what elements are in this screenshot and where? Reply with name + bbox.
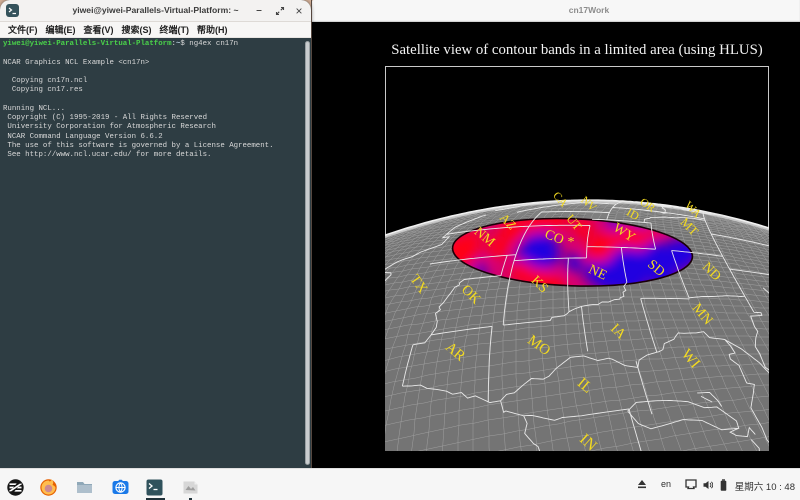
svg-text:Satellite view of contour band: Satellite view of contour bands in a lim… xyxy=(391,42,763,58)
svg-text:*: * xyxy=(568,235,575,250)
